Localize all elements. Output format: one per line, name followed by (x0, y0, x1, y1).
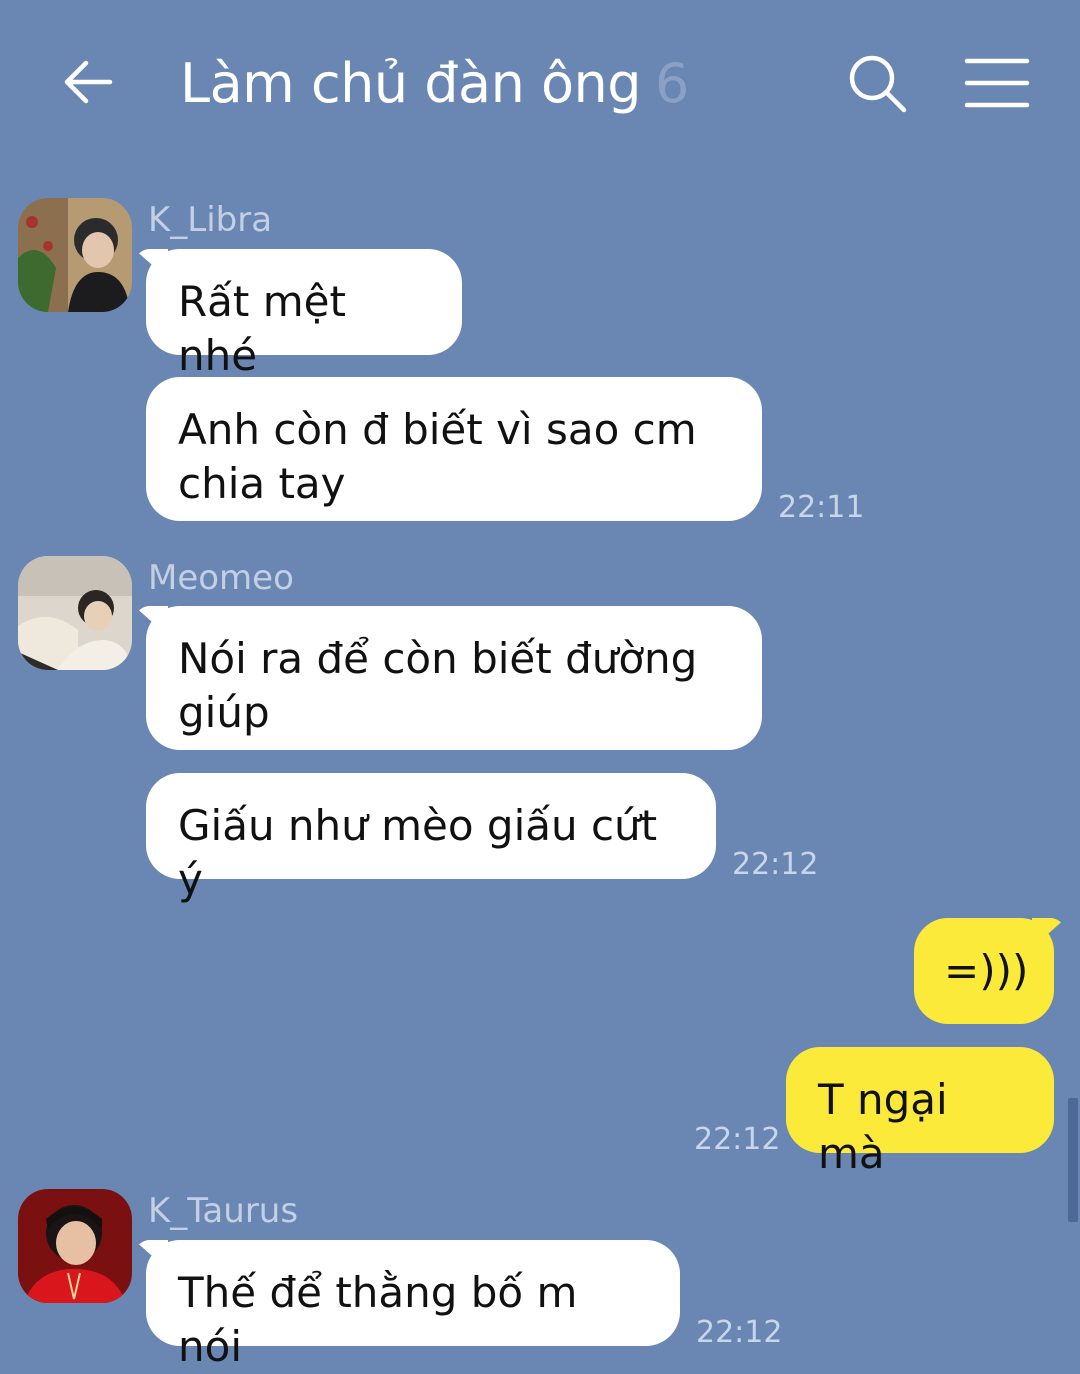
message-bubble[interactable]: Nói ra để còn biết đường giúp (146, 606, 762, 750)
message-bubble[interactable]: Rất mệt nhé (146, 249, 462, 380)
message-timestamp: 22:12 (694, 1122, 781, 1157)
outgoing-message-bubble[interactable]: =))) (914, 918, 1054, 1024)
sender-name: Meomeo (148, 558, 294, 598)
avatar-k-libra[interactable] (18, 198, 132, 312)
back-arrow-icon[interactable] (58, 52, 118, 112)
chat-title: Làm chủ đàn ông 6 (180, 52, 689, 115)
message-bubble[interactable]: Giấu như mèo giấu cứt ý (146, 773, 716, 904)
message-bubble[interactable]: Anh còn đ biết vì sao cm chia tay (146, 377, 762, 521)
chat-header: Làm chủ đàn ông 6 (0, 0, 1080, 170)
hamburger-menu-icon[interactable] (964, 56, 1030, 110)
scrollbar[interactable] (1068, 1098, 1078, 1222)
message-bubble[interactable]: Thế để thằng bố m nói (146, 1240, 680, 1371)
message-timestamp: 22:12 (696, 1315, 783, 1350)
avatar-k-taurus[interactable] (18, 1189, 132, 1303)
sender-name: K_Taurus (148, 1191, 299, 1231)
outgoing-message-bubble[interactable]: T ngại mà (786, 1047, 1054, 1178)
message-timestamp: 22:12 (732, 847, 819, 882)
member-count: 6 (655, 52, 689, 115)
sender-name: K_Libra (148, 200, 273, 240)
group-name: Làm chủ đàn ông (180, 52, 642, 115)
message-timestamp: 22:11 (778, 490, 865, 525)
search-icon[interactable] (846, 52, 910, 116)
avatar-meomeo[interactable] (18, 556, 132, 670)
